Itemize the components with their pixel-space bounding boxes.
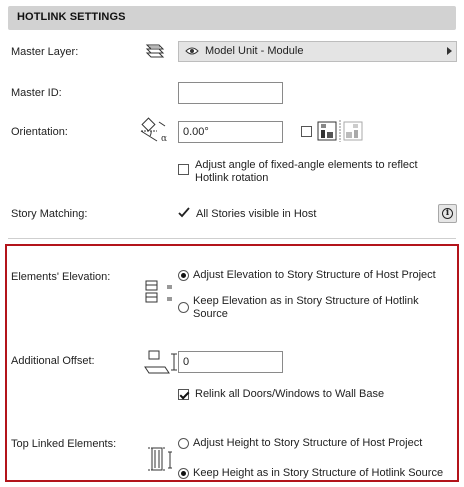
master-layer-dropdown[interactable]: Model Unit - Module [178, 41, 457, 62]
adjust-elevation-option: Adjust Elevation to Story Structure of H… [193, 269, 436, 281]
top-linked-height-icon [143, 444, 177, 479]
dropdown-arrow-icon [447, 47, 452, 55]
mirror-preview-icon [317, 120, 365, 145]
orientation-label: Orientation: [11, 126, 68, 138]
relink-checkbox[interactable] [178, 389, 189, 400]
master-layer-label: Master Layer: [11, 46, 79, 58]
adjust-height-radio[interactable] [178, 438, 189, 449]
adjust-elevation-radio[interactable] [178, 270, 189, 281]
eye-icon [185, 46, 199, 59]
divider [8, 238, 456, 239]
orientation-input[interactable] [178, 121, 283, 143]
keep-height-radio[interactable] [178, 468, 189, 479]
adjust-height-option: Adjust Height to Story Structure of Host… [193, 437, 423, 449]
section-title: HOTLINK SETTINGS [17, 11, 126, 23]
story-matching-status: All Stories visible in Host [196, 208, 317, 220]
info-button[interactable]: i [438, 204, 457, 223]
elevation-story-icon [143, 279, 177, 308]
elements-elevation-label: Elements' Elevation: [11, 271, 111, 283]
adjust-angle-label: Adjust angle of fixed-angle elements to … [195, 159, 418, 184]
master-id-label: Master ID: [11, 87, 62, 99]
keep-height-option: Keep Height as in Story Structure of Hot… [193, 467, 444, 479]
master-layer-value: Model Unit - Module [205, 45, 304, 57]
story-matching-label: Story Matching: [11, 208, 88, 220]
relink-label: Relink all Doors/Windows to Wall Base [195, 388, 385, 400]
mirror-checkbox[interactable] [301, 126, 312, 137]
offset-icon [143, 349, 179, 380]
top-linked-label: Top Linked Elements: [11, 438, 117, 450]
keep-elevation-radio[interactable] [178, 302, 189, 313]
svg-text:α: α [161, 134, 167, 144]
adjust-angle-checkbox[interactable] [178, 164, 189, 175]
keep-elevation-option: Keep Elevation as in Story Structure of … [193, 295, 419, 320]
master-id-input[interactable] [178, 82, 283, 104]
checkmark-icon [178, 207, 190, 221]
rotation-angle-icon: α [137, 117, 175, 150]
layers-icon [141, 41, 167, 64]
info-icon: i [442, 208, 453, 219]
additional-offset-input[interactable] [178, 351, 283, 373]
additional-offset-label: Additional Offset: [11, 355, 95, 367]
